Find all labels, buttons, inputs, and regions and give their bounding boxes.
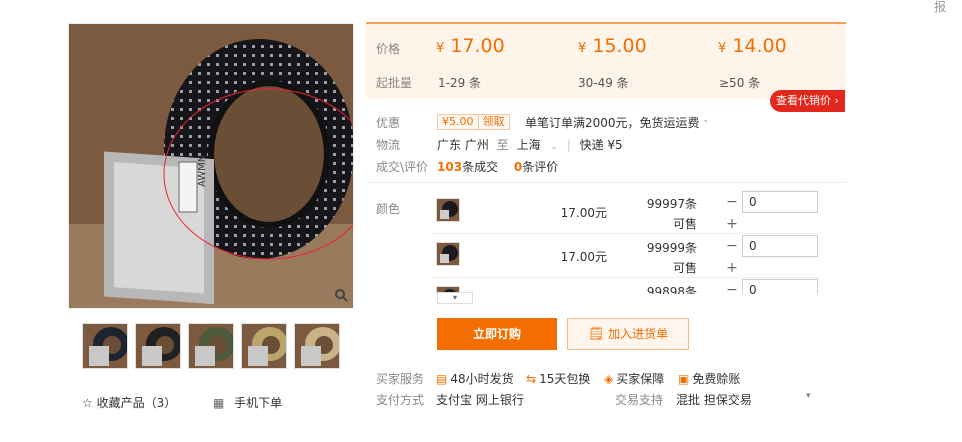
sku-list: 17.00元 99997条可售 −0 +17.00元 99999条可售 −0 +99898条… [430, 190, 830, 294]
sku-stock: 99997条可售 [646, 197, 697, 231]
decrease-button[interactable]: − [722, 280, 742, 294]
mobile-order-link[interactable]: ▦ 手机下单 [213, 394, 282, 411]
sku-price: 17.00元 [560, 206, 607, 220]
product-thumbnail[interactable] [241, 323, 287, 369]
product-thumbnail[interactable] [294, 323, 340, 369]
sku-thumbnail[interactable] [436, 198, 460, 222]
buyer-service-label: 买家服务 [376, 372, 425, 386]
logistics-label: 物流 [376, 138, 401, 152]
quantity-input[interactable]: 0 [742, 235, 818, 257]
chevron-down-icon[interactable]: ▾ [806, 391, 811, 401]
deals-info[interactable]: 103条成交 0条评价 [437, 158, 558, 175]
mobile-order-label: 手机下单 [234, 396, 283, 410]
order-now-button[interactable]: 立即订购 [437, 318, 557, 350]
moq-label: 起批量 [376, 76, 413, 90]
color-label: 颜色 [376, 202, 401, 216]
increase-button[interactable]: + [722, 214, 742, 234]
sku-row: 99898条可−0+ [430, 278, 820, 294]
coupon-badge[interactable]: ¥5.00 领取 [437, 114, 510, 130]
logistics-info: 广东 广州 至 上海 ⌄ | 快递 ¥5 [437, 138, 623, 152]
price-tier-2: ¥ 15.00 [578, 35, 647, 57]
price-panel: 价格 起批量 ¥ 17.00 1-29 条 ¥ 15.00 30-49 条 ¥ … [366, 22, 846, 98]
ship-from: 广东 广州 [437, 138, 489, 152]
decrease-button[interactable]: − [722, 192, 742, 212]
increase-button[interactable]: + [722, 258, 742, 278]
favorite-label: 收藏产品（3） [96, 396, 177, 410]
promo-text[interactable]: 单笔订单满2000元，免货运运费 ˅ [525, 114, 708, 131]
qrcode-icon: ▦ [213, 396, 225, 410]
sku-thumbnail[interactable] [436, 242, 460, 266]
sku-price: 17.00元 [560, 250, 607, 264]
chevron-down-icon: ⌄ [550, 142, 558, 152]
sku-row: 17.00元 99999条可售 −0 + [430, 234, 820, 278]
payment-label: 支付方式 [376, 393, 425, 407]
report-link[interactable]: 报 [934, 0, 946, 15]
coupon-get-button[interactable]: 领取 [477, 115, 509, 129]
magnifier-icon[interactable] [333, 288, 349, 304]
payment-methods: 支付宝 网上银行 [436, 393, 524, 407]
price-tier-1: ¥ 17.00 [436, 35, 505, 57]
price-tier-3: ¥ 14.00 [718, 35, 787, 57]
promo-label: 优惠 [376, 116, 401, 130]
star-icon: ☆ [82, 396, 93, 410]
buyer-service-item[interactable]: ▤ 48小时发货 [436, 370, 514, 387]
product-thumbnail[interactable] [188, 323, 234, 369]
sku-stock: 99999条可售 [646, 241, 697, 275]
shipping-method: 快递 ¥5 [579, 138, 623, 152]
svg-text:AWMN: AWMN [197, 155, 208, 187]
belt-photo: AWMN [69, 24, 353, 308]
credit-icon: ▣ [678, 372, 690, 386]
shield-icon: ◈ [604, 372, 614, 386]
price-label: 价格 [376, 42, 401, 56]
buyer-service-item[interactable]: ▣ 免费赊账 [678, 370, 740, 387]
deals-label: 成交\评价 [376, 160, 429, 174]
view-agent-price-button[interactable]: 查看代销价 › [770, 90, 845, 112]
expand-more-button[interactable]: ▾ [437, 292, 473, 304]
tier-3-range: ≥50 条 [719, 76, 761, 90]
add-to-cart-button[interactable]: 🗒 加入进货单 [567, 318, 689, 350]
main-product-image[interactable]: AWMN [68, 23, 354, 309]
favorite-product-link[interactable]: ☆ 收藏产品（3） [82, 394, 176, 411]
tier-2-range: 30-49 条 [578, 76, 629, 90]
chevron-down-icon: ˅ [703, 120, 708, 130]
truck-icon: ▤ [436, 372, 448, 386]
return-icon: ⇆ [526, 372, 537, 386]
quantity-input[interactable]: 0 [742, 279, 818, 294]
buyer-service-item[interactable]: ⇆ 15天包换 [526, 370, 590, 387]
sku-stock: 99898条可 [646, 285, 697, 294]
cart-icon: 🗒 [587, 327, 605, 342]
coupon-amount: ¥5.00 [442, 115, 474, 128]
trade-support-label: 交易支持 [615, 393, 664, 407]
product-thumbnail[interactable] [82, 323, 128, 369]
quantity-input[interactable]: 0 [742, 191, 818, 213]
product-thumbnail[interactable] [135, 323, 181, 369]
divider [366, 182, 846, 183]
buyer-service-item[interactable]: ◈ 买家保障 [604, 370, 664, 387]
decrease-button[interactable]: − [722, 236, 742, 256]
ship-to-select[interactable]: 上海 ⌄ [517, 138, 558, 152]
tier-1-range: 1-29 条 [438, 76, 482, 90]
trade-methods: 混批 担保交易 [676, 393, 752, 407]
sku-row: 17.00元 99997条可售 −0 + [430, 190, 820, 234]
